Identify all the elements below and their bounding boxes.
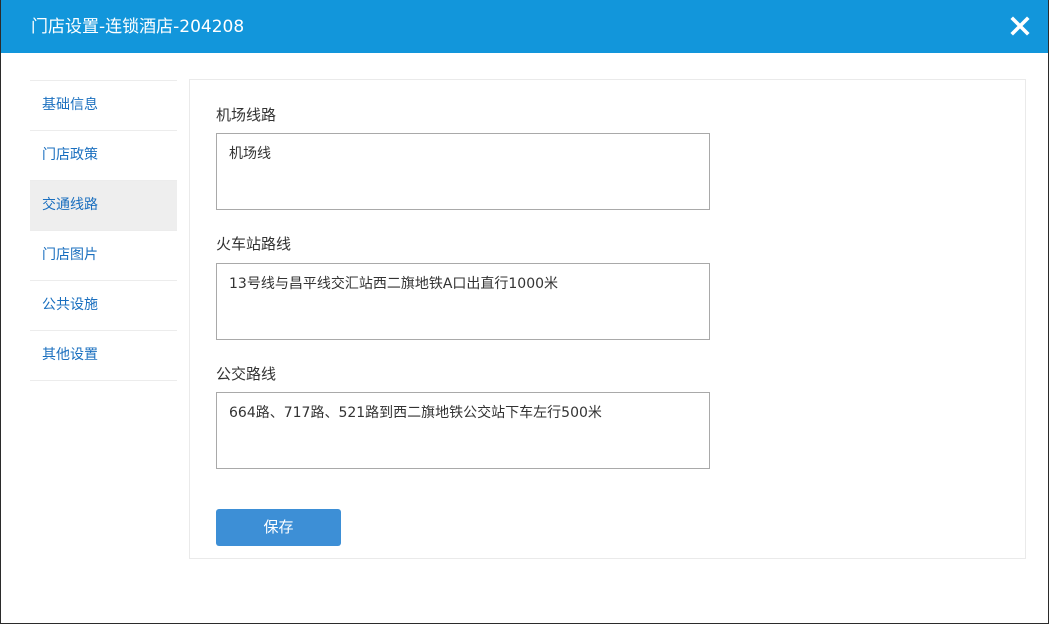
sidebar-item-store-images[interactable]: 门店图片 (30, 231, 177, 281)
sidebar-item-other-settings[interactable]: 其他设置 (30, 331, 177, 381)
airport-route-label: 机场线路 (216, 106, 277, 124)
sidebar-item-label: 公共设施 (42, 297, 98, 313)
sidebar-item-transport-routes[interactable]: 交通线路 (30, 181, 177, 231)
sidebar-item-public-facilities[interactable]: 公共设施 (30, 281, 177, 331)
dialog-title: 门店设置-连锁酒店-204208 (31, 17, 245, 37)
bus-route-label: 公交路线 (216, 365, 277, 383)
train-station-route-label: 火车站路线 (216, 235, 292, 253)
sidebar-item-label: 交通线路 (42, 197, 98, 213)
sidebar-item-label: 其他设置 (42, 347, 98, 363)
settings-sidebar: 基础信息 门店政策 交通线路 门店图片 公共设施 其他设置 (30, 80, 177, 381)
airport-route-field[interactable]: 机场线 (216, 133, 710, 210)
sidebar-item-store-policy[interactable]: 门店政策 (30, 131, 177, 181)
sidebar-item-label: 基础信息 (42, 97, 98, 113)
train-station-route-field[interactable]: 13号线与昌平线交汇站西二旗地铁A口出直行1000米 (216, 263, 710, 340)
dialog-titlebar: 门店设置-连锁酒店-204208 (1, 0, 1048, 53)
transport-routes-panel: 机场线路 机场线 火车站路线 13号线与昌平线交汇站西二旗地铁A口出直行1000… (189, 79, 1026, 559)
sidebar-item-basic-info[interactable]: 基础信息 (30, 81, 177, 131)
sidebar-item-label: 门店政策 (42, 147, 98, 163)
close-icon[interactable] (1006, 12, 1034, 40)
bus-route-field[interactable]: 664路、717路、521路到西二旗地铁公交站下车左行500米 (216, 392, 710, 469)
store-settings-dialog: 门店设置-连锁酒店-204208 基础信息 门店政策 交通线路 门店图片 公共设… (0, 0, 1049, 624)
save-button[interactable]: 保存 (216, 509, 341, 546)
sidebar-item-label: 门店图片 (42, 247, 98, 263)
